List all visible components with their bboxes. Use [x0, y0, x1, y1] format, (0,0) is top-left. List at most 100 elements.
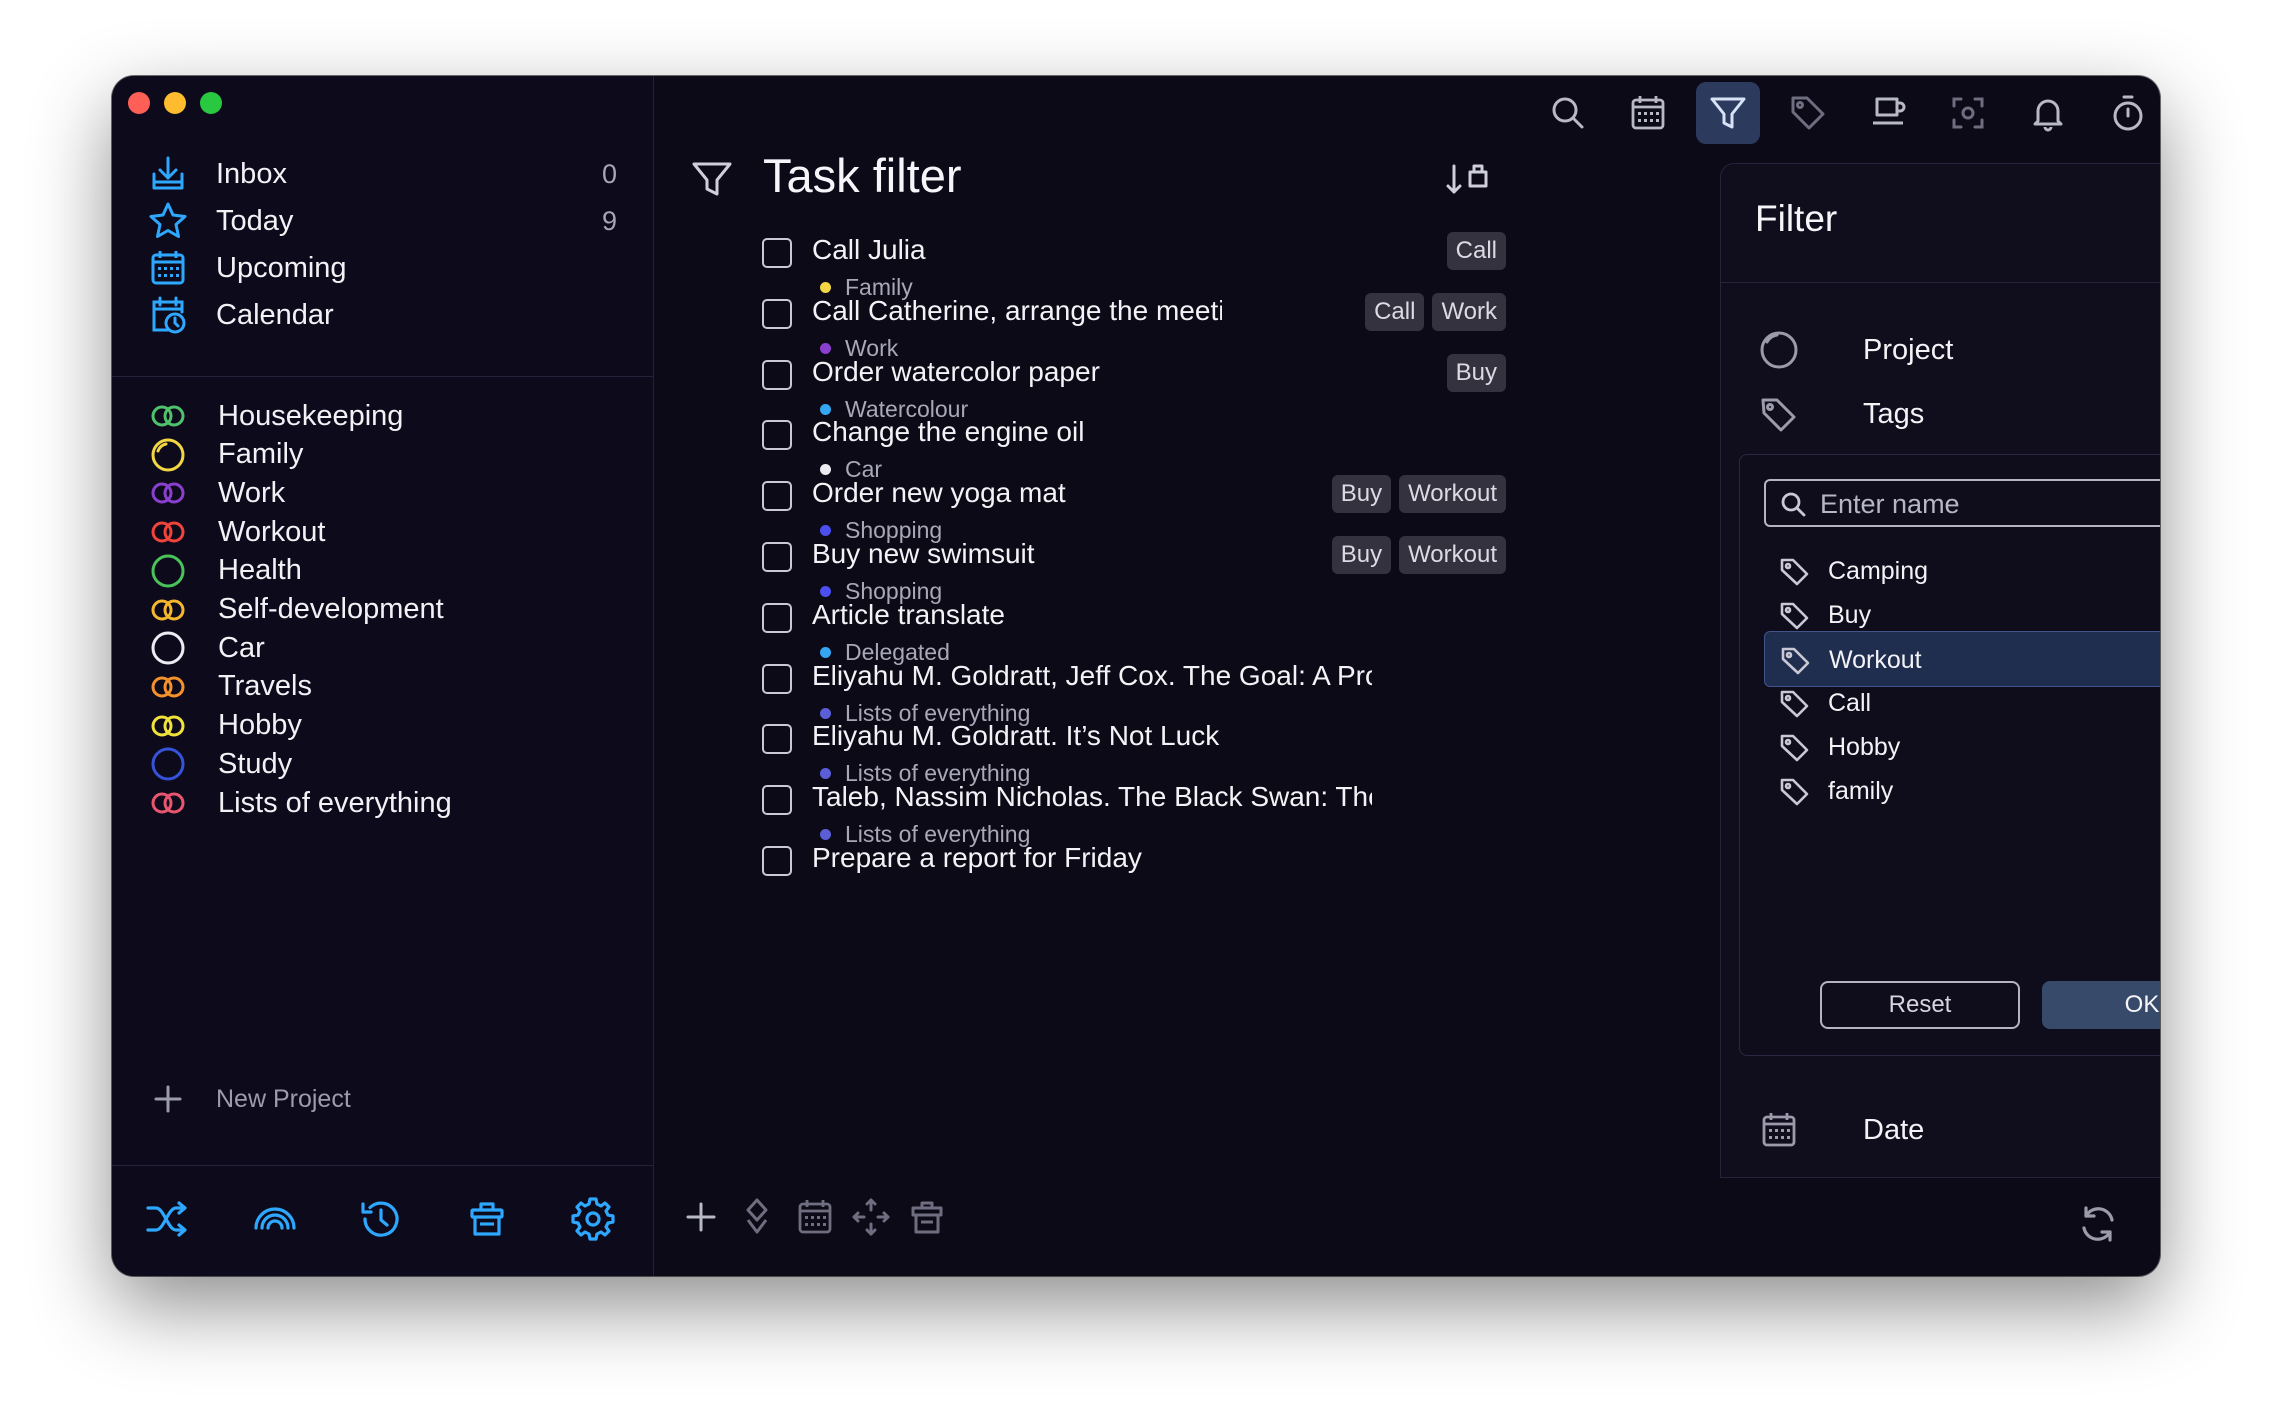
bell-icon — [2033, 99, 2063, 132]
calendar-clock-icon — [152, 296, 186, 334]
ok-button[interactable]: OK — [2042, 981, 2160, 1029]
plus-icon — [154, 1085, 182, 1113]
tag-icon — [1780, 778, 1809, 806]
project-label: Health — [218, 554, 302, 587]
task-tags: Buy Workout — [1331, 475, 1506, 514]
project-label: Workout — [218, 515, 326, 548]
main-content: Task filter Call Julia Family Call Call Cat… — [654, 76, 2160, 1276]
sidebar-item-calendar[interactable]: Calendar — [112, 283, 653, 347]
task-checkbox[interactable] — [762, 846, 792, 876]
delete-task-icon[interactable] — [904, 1194, 950, 1240]
rainbow-icon[interactable] — [250, 1194, 300, 1244]
task-checkbox[interactable] — [762, 663, 792, 694]
close-window-button[interactable] — [128, 92, 150, 114]
new-project-button[interactable]: New Project — [112, 1074, 653, 1124]
search-button[interactable] — [1536, 82, 1600, 144]
task-checkbox[interactable] — [762, 542, 792, 572]
project-circle-icon — [1760, 331, 1798, 369]
task-checkbox[interactable] — [762, 785, 792, 816]
filter-section-tags[interactable]: Tags — [1757, 386, 1924, 442]
task-name: Change the engine oil — [812, 416, 1085, 448]
tag-icon — [1780, 602, 1809, 630]
task-name: Eliyahu M. Goldratt. It’s Not Luck — [812, 720, 1220, 752]
tag-search-box — [1764, 479, 2160, 527]
inbox-count: 0 — [601, 158, 617, 189]
reset-button[interactable]: Reset — [1820, 981, 2020, 1029]
sync-icon[interactable] — [2074, 1200, 2122, 1248]
gear-icon[interactable] — [568, 1194, 618, 1244]
tag-search-input[interactable] — [1818, 485, 2160, 523]
task-checkbox[interactable] — [762, 238, 792, 268]
filter-section-project[interactable]: Project — [1757, 322, 1953, 378]
move-arrows-icon[interactable] — [848, 1194, 894, 1240]
project-label: Family — [218, 438, 304, 471]
tag-options: Camping Buy Workout Call Hobby family — [1764, 543, 2160, 815]
task-checkbox[interactable] — [762, 602, 792, 633]
tag-option-partial[interactable] — [1764, 807, 2160, 815]
task-name: Call Catherine, arrange the meeting — [812, 294, 1222, 326]
task-row[interactable]: Prepare a report for Friday — [762, 830, 1506, 918]
filter-section-label: Date — [1863, 1113, 1925, 1146]
tag-badge: Workout — [1399, 475, 1506, 514]
window-controls — [128, 92, 222, 114]
tag-option-label: Workout — [1829, 646, 1922, 674]
filter-panel: Filter Project Tags Camping Buy Workout Cal… — [1720, 163, 2160, 1178]
trash-icon[interactable] — [462, 1194, 512, 1244]
sidebar-item-label: Calendar — [216, 298, 334, 331]
move-task-icon[interactable] — [734, 1194, 780, 1240]
coffee-button[interactable] — [1856, 82, 1920, 144]
funnel-icon — [1710, 97, 1746, 129]
minimize-window-button[interactable] — [164, 92, 186, 114]
app-window: Inbox 0 Today 9 Upcoming Calendar Housek… — [112, 76, 2160, 1276]
history-icon[interactable] — [356, 1194, 406, 1244]
filter-section-label: Tags — [1863, 397, 1925, 430]
project-label: Housekeeping — [218, 399, 404, 432]
task-checkbox[interactable] — [762, 298, 792, 329]
funnel-icon — [692, 162, 732, 196]
task-checkbox[interactable] — [762, 420, 792, 451]
tag-option-label: Buy — [1828, 601, 1872, 629]
task-checkbox[interactable] — [762, 481, 792, 512]
notifications-button[interactable] — [2016, 82, 2080, 144]
task-name: Taleb, Nassim Nicholas. The Black Swan: … — [812, 781, 1372, 813]
sort-icon[interactable] — [1444, 160, 1492, 200]
schedule-icon[interactable] — [792, 1194, 838, 1240]
task-checkbox[interactable] — [762, 724, 792, 755]
project-item[interactable]: Lists of everything — [112, 777, 653, 829]
project-linked-circles-icon — [151, 792, 185, 814]
focus-icon — [1952, 97, 1984, 129]
task-checkbox[interactable] — [762, 359, 792, 390]
sidebar: Inbox 0 Today 9 Upcoming Calendar Housek… — [112, 76, 654, 1276]
tag-badge: Work — [1432, 292, 1506, 331]
task-name: Order new yoga mat — [812, 477, 1066, 509]
add-task-icon[interactable] — [678, 1194, 724, 1240]
task-name: Eliyahu M. Goldratt, Jeff Cox. The Goal:… — [812, 659, 1372, 691]
tag-icon — [1781, 647, 1810, 675]
focus-button[interactable] — [1936, 82, 2000, 144]
task-tags: Buy — [1446, 353, 1506, 392]
filter-section-date[interactable]: Date — [1757, 1102, 1924, 1158]
tag-icon — [1780, 558, 1809, 586]
project-label: Self-development — [218, 593, 444, 625]
sidebar-item-label: Today — [216, 204, 294, 237]
tags-button[interactable] — [1776, 82, 1840, 144]
zoom-window-button[interactable] — [200, 92, 222, 114]
task-toolbar — [654, 1166, 2160, 1276]
tag-badge: Workout — [1399, 536, 1506, 574]
timer-button[interactable] — [2096, 82, 2160, 144]
task-name: Article translate — [812, 598, 1005, 630]
project-label: Hobby — [218, 709, 302, 742]
shuffle-icon[interactable] — [142, 1194, 192, 1244]
task-name: Prepare a report for Friday — [812, 842, 1142, 873]
filter-button[interactable] — [1696, 82, 1760, 144]
filter-divider — [1721, 282, 2160, 283]
calendar-button[interactable] — [1616, 82, 1680, 144]
task-name: Buy new swimsuit — [812, 538, 1035, 569]
tag-icon — [1761, 398, 1796, 432]
sidebar-item-label: Upcoming — [216, 251, 347, 284]
task-tags: Call — [1446, 232, 1506, 270]
filter-section-label: Project — [1863, 333, 1954, 366]
search-icon — [1781, 492, 1806, 517]
tag-option-label: Hobby — [1828, 733, 1901, 761]
tag-badge: Call — [1446, 232, 1506, 270]
